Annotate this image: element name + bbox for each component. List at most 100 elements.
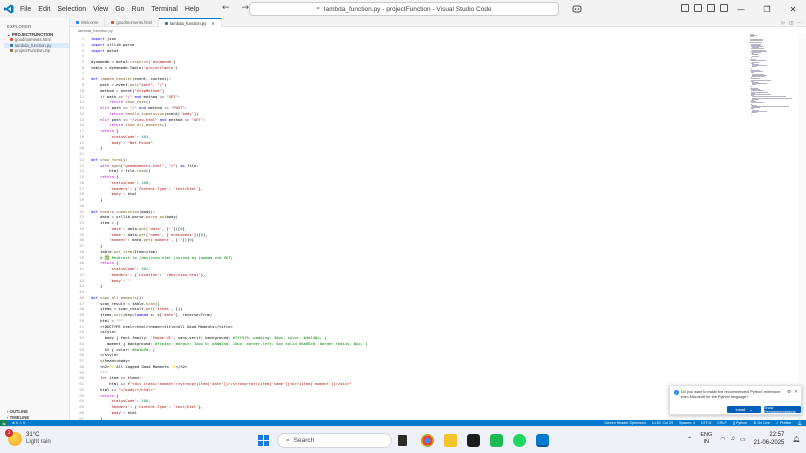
notification-message: Do you want to install the recommended '… bbox=[681, 390, 781, 399]
code-line[interactable]: 'moment': data.get('moment', [''])[0] bbox=[91, 237, 194, 243]
notification-badge: 1 bbox=[5, 429, 13, 437]
menu-item-go[interactable]: Go bbox=[115, 6, 124, 13]
file-type-icon bbox=[76, 21, 79, 24]
more-actions-icon[interactable]: ⋯ bbox=[798, 20, 803, 26]
status-item[interactable]: ✓ Prettier bbox=[776, 421, 792, 425]
chevron-right-icon: › bbox=[7, 409, 9, 414]
status-item[interactable]: Ln 62, Col 29 bbox=[652, 421, 673, 425]
layout-controls bbox=[681, 4, 728, 12]
minimap-line bbox=[750, 40, 764, 41]
status-item[interactable]: ⚙ Go Live bbox=[753, 421, 770, 425]
code-line[interactable]: } bbox=[91, 197, 102, 203]
restore-icon[interactable]: ❐ bbox=[754, 0, 780, 18]
pycharm-icon[interactable] bbox=[467, 434, 480, 447]
weather-temperature: 31°C bbox=[26, 432, 40, 438]
network-volume-battery[interactable]: ◠ ♫ ▭ bbox=[720, 436, 745, 443]
menu-bar: File Edit Selection View Go Run Terminal Help bbox=[20, 6, 199, 13]
menu-item-selection[interactable]: Selection bbox=[57, 6, 86, 13]
code-editor[interactable]: 1 import json 2 import urllib.parse 3 import … bbox=[70, 34, 750, 420]
file-type-icon bbox=[10, 38, 13, 42]
editor-tab[interactable]: Welcome bbox=[70, 18, 106, 27]
taskbar-search[interactable]: ⌕ Search bbox=[277, 433, 392, 448]
editor-tab[interactable]: goodmoments.html bbox=[105, 18, 160, 27]
problems-indicator[interactable]: ⊗ 0 ⚠ 0 bbox=[12, 421, 25, 425]
minimap[interactable] bbox=[750, 34, 798, 115]
clock-date: 21-06-2025 bbox=[753, 440, 785, 446]
install-label: Install bbox=[735, 407, 746, 412]
editor-scrollbar[interactable] bbox=[798, 34, 806, 420]
explorer-sidebar: EXPLORER ⌄ PROJECTFUNCTION goodmoments.h… bbox=[4, 18, 70, 420]
code-line[interactable]: } bbox=[91, 145, 102, 151]
breadcrumb[interactable]: lambda_function.py bbox=[70, 27, 806, 34]
menu-item-terminal[interactable]: Terminal bbox=[151, 6, 177, 13]
minimize-icon[interactable]: — bbox=[728, 0, 754, 18]
task-view-icon[interactable] bbox=[398, 435, 407, 446]
explorer-header: EXPLORER bbox=[7, 24, 32, 29]
chevron-up-icon[interactable]: ⌃ bbox=[687, 436, 692, 443]
toggle-primary-sidebar-icon[interactable] bbox=[681, 4, 689, 12]
minimap-line bbox=[752, 76, 766, 77]
tab-label: lambda_function.py bbox=[170, 20, 207, 26]
tab-actions: ▷ ◫ ⋯ bbox=[782, 20, 802, 26]
file-list: goodmoments.html lambda_function.py projec… bbox=[4, 37, 70, 54]
status-item[interactable]: UTF-8 bbox=[701, 421, 711, 425]
weather-sun-icon: 1 bbox=[5, 429, 22, 446]
menu-item-file[interactable]: File bbox=[20, 6, 31, 13]
jupyter-icon[interactable] bbox=[490, 434, 503, 447]
toggle-secondary-sidebar-icon[interactable] bbox=[707, 4, 715, 12]
battery-icon: ▭ bbox=[740, 436, 746, 443]
menu-item-view[interactable]: View bbox=[93, 6, 108, 13]
extension-notification: i Do you want to install the recommended… bbox=[669, 385, 802, 415]
editor-tab[interactable]: lambda_function.py ✕ bbox=[159, 18, 222, 27]
spotify-icon[interactable] bbox=[513, 434, 526, 447]
notifications-icon[interactable]: 🔔︎ bbox=[792, 436, 800, 443]
install-button[interactable]: Install ⌄ bbox=[727, 406, 761, 413]
minimap-line bbox=[751, 102, 764, 104]
outline-section[interactable]: › OUTLINE bbox=[7, 409, 28, 414]
file-item[interactable]: projectFunction.zip bbox=[4, 48, 70, 54]
menu-item-help[interactable]: Help bbox=[185, 6, 199, 13]
customize-layout-icon[interactable] bbox=[720, 4, 728, 12]
file-explorer-icon[interactable] bbox=[444, 434, 457, 447]
gear-icon[interactable]: ⚙ bbox=[787, 389, 791, 395]
status-item[interactable]: CRLF bbox=[717, 421, 726, 425]
start-button-icon[interactable] bbox=[258, 435, 269, 446]
vscode-taskbar-icon[interactable] bbox=[536, 434, 549, 447]
show-recommendations-button[interactable]: Show Recommendations bbox=[764, 406, 801, 414]
forward-arrow-icon[interactable]: → bbox=[242, 3, 250, 13]
weather-widget[interactable]: 1 31°C Light rain bbox=[5, 429, 51, 446]
status-item[interactable]: Spaces: 4 bbox=[679, 421, 695, 425]
toggle-panel-icon[interactable] bbox=[694, 4, 702, 12]
file-type-icon bbox=[111, 21, 115, 24]
back-arrow-icon[interactable]: ← bbox=[222, 3, 230, 13]
close-icon[interactable]: ✕ bbox=[780, 0, 806, 18]
menu-item-edit[interactable]: Edit bbox=[38, 6, 50, 13]
tab-close-icon[interactable]: ✕ bbox=[211, 21, 215, 26]
code-line[interactable]: } bbox=[91, 283, 102, 289]
minimap-line bbox=[750, 36, 755, 38]
notifications-bell-icon[interactable]: 🔔︎ bbox=[797, 421, 802, 425]
chrome-icon[interactable] bbox=[421, 434, 434, 447]
run-icon[interactable]: ▷ bbox=[782, 20, 785, 26]
language-bottom: IN bbox=[703, 439, 710, 445]
wifi-icon: ◠ bbox=[720, 436, 726, 443]
command-center[interactable]: ⌕ lambda_function.py - projectFunction -… bbox=[249, 2, 559, 16]
copilot-icon[interactable] bbox=[572, 4, 582, 13]
close-icon[interactable]: ✕ bbox=[794, 389, 798, 395]
code-line[interactable]: import boto3 bbox=[91, 48, 118, 54]
navigation-arrows: ← → bbox=[222, 3, 249, 13]
file-name: goodmoments.html bbox=[15, 37, 51, 43]
system-tray[interactable]: ⌃ bbox=[687, 436, 692, 443]
file-name: lambda_function.py bbox=[15, 42, 52, 48]
language-indicator[interactable]: ENG IN bbox=[700, 432, 712, 446]
clock[interactable]: 22:57 21-06-2025 bbox=[754, 431, 785, 447]
status-item[interactable]: {} Python bbox=[733, 421, 748, 425]
breadcrumb-file[interactable]: lambda_function.py bbox=[78, 28, 113, 33]
tab-label: Welcome bbox=[81, 20, 99, 25]
menu-item-run[interactable]: Run bbox=[132, 6, 145, 13]
status-item[interactable]: Screen Reader Optimized bbox=[604, 421, 645, 425]
code-line[interactable]: table = dynamodb.Table('projectTable') bbox=[91, 65, 178, 71]
split-editor-icon[interactable]: ◫ bbox=[789, 20, 793, 26]
chevron-down-icon: ⌄ bbox=[749, 408, 753, 412]
weather-description: Light rain bbox=[26, 439, 51, 445]
